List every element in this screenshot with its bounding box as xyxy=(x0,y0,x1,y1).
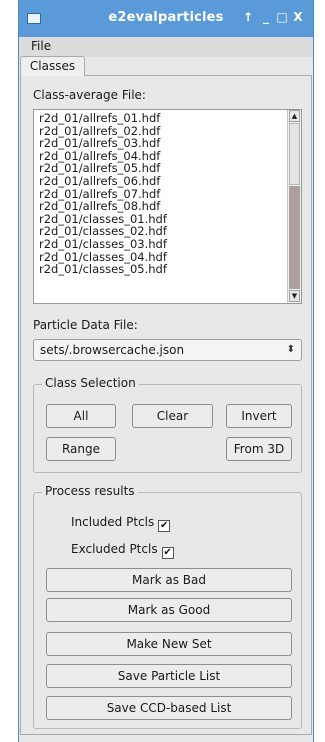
minimize-button[interactable]: _ xyxy=(259,9,273,25)
maximize-button[interactable]: □ xyxy=(275,9,289,25)
particle-data-value: sets/.browsercache.json xyxy=(40,343,185,357)
keep-above-button[interactable]: ↑ xyxy=(241,9,255,25)
scroll-track[interactable] xyxy=(289,186,300,289)
title-bar[interactable]: e2evalparticles ↑ _ □ X xyxy=(19,0,313,37)
scroll-up-icon[interactable]: ▲ xyxy=(289,110,300,122)
class-average-list[interactable]: r2d_01/allrefs_01.hdf r2d_01/allrefs_02.… xyxy=(33,109,302,304)
list-item[interactable]: r2d_01/classes_03.hdf xyxy=(39,238,301,251)
process-results-title: Process results xyxy=(42,484,138,498)
range-button[interactable]: Range xyxy=(46,437,116,461)
mark-as-bad-button[interactable]: Mark as Bad xyxy=(46,568,292,592)
from-3d-button[interactable]: From 3D xyxy=(226,437,292,461)
list-item[interactable]: r2d_01/allrefs_03.hdf xyxy=(39,137,301,150)
excluded-ptcls-checkbox[interactable]: Excluded Ptcls ✔ xyxy=(71,542,174,559)
included-ptcls-checkbox[interactable]: Included Ptcls ✔ xyxy=(71,515,171,532)
process-results-group: Process results Included Ptcls ✔ Excluded… xyxy=(33,484,302,729)
class-average-label: Class-average File: xyxy=(33,88,146,102)
list-item[interactable]: r2d_01/allrefs_08.hdf xyxy=(39,200,301,213)
class-selection-group: Class Selection All Clear Invert Range F… xyxy=(33,376,302,473)
all-button[interactable]: All xyxy=(46,404,116,428)
tab-classes[interactable]: Classes xyxy=(20,56,85,76)
class-selection-title: Class Selection xyxy=(42,376,139,390)
menu-bar: File xyxy=(19,37,313,57)
checkmark-icon[interactable]: ✔ xyxy=(161,547,174,559)
save-ccd-list-button[interactable]: Save CCD-based List xyxy=(46,696,292,720)
scroll-down-icon[interactable]: ▼ xyxy=(289,290,300,302)
close-button[interactable]: X xyxy=(291,9,305,25)
list-item[interactable]: r2d_01/classes_05.hdf xyxy=(39,263,301,276)
included-ptcls-label: Included Ptcls xyxy=(71,515,155,529)
mark-as-good-button[interactable]: Mark as Good xyxy=(46,598,292,622)
chevron-updown-icon: ⬍ xyxy=(286,344,295,355)
scroll-thumb[interactable] xyxy=(289,123,300,185)
excluded-ptcls-label: Excluded Ptcls xyxy=(71,542,158,556)
particle-data-select[interactable]: sets/.browsercache.json ⬍ xyxy=(33,339,302,361)
particle-data-label: Particle Data File: xyxy=(33,318,138,332)
app-window: e2evalparticles ↑ _ □ X File Classes Cla… xyxy=(18,0,314,742)
list-item[interactable]: r2d_01/allrefs_01.hdf xyxy=(39,112,301,125)
make-new-set-button[interactable]: Make New Set xyxy=(46,632,292,656)
menu-file[interactable]: File xyxy=(31,39,51,53)
save-particle-list-button[interactable]: Save Particle List xyxy=(46,664,292,688)
checkmark-icon[interactable]: ✔ xyxy=(158,520,171,532)
list-item[interactable]: r2d_01/allrefs_06.hdf xyxy=(39,175,301,188)
list-scrollbar[interactable]: ▲ ▼ xyxy=(287,110,301,303)
clear-button[interactable]: Clear xyxy=(132,404,213,428)
invert-button[interactable]: Invert xyxy=(226,404,292,428)
